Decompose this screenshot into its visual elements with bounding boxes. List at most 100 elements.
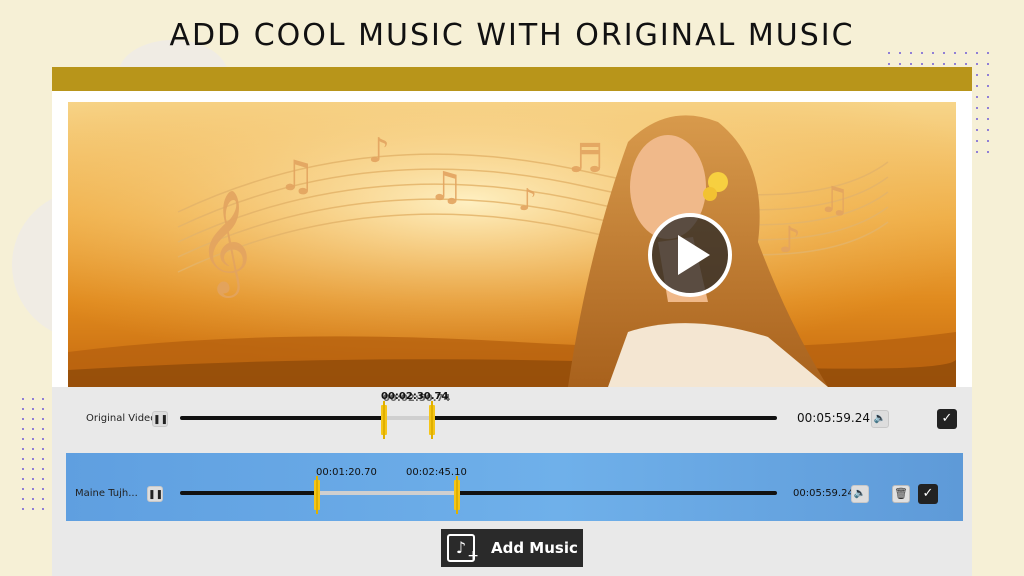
decor-dot <box>987 63 989 65</box>
decor-dot <box>42 468 44 470</box>
decor-dot <box>976 63 978 65</box>
decor-dot <box>22 508 24 510</box>
decor-dot <box>22 458 24 460</box>
trash-icon: 🗑 <box>894 487 908 500</box>
original-timeline[interactable] <box>180 416 777 420</box>
decor-dot <box>987 118 989 120</box>
svg-text:♪: ♪ <box>368 131 390 171</box>
decor-dot <box>42 398 44 400</box>
decor-dot <box>32 488 34 490</box>
original-end-handle[interactable] <box>429 401 435 439</box>
window-accent-bar <box>52 67 972 91</box>
decor-dot <box>976 96 978 98</box>
decor-dot <box>22 398 24 400</box>
decor-dot <box>42 478 44 480</box>
original-confirm-button[interactable]: ✓ <box>937 409 957 429</box>
music-confirm-button[interactable]: ✓ <box>918 484 938 504</box>
decor-dot <box>22 468 24 470</box>
original-volume-button[interactable]: 🔈 <box>871 410 889 428</box>
decor-dot <box>32 398 34 400</box>
decor-dot <box>22 448 24 450</box>
decor-dot <box>22 498 24 500</box>
decor-dot <box>32 438 34 440</box>
decor-dot <box>42 448 44 450</box>
decor-dot <box>976 107 978 109</box>
decor-dot <box>42 428 44 430</box>
decor-dot <box>987 85 989 87</box>
decor-dot <box>32 408 34 410</box>
decor-dot <box>899 63 901 65</box>
original-selected-range <box>384 416 432 420</box>
pause-icon: ❚❚ <box>148 490 164 500</box>
music-volume-button[interactable]: 🔈 <box>851 485 869 503</box>
music-duration: 00:05:59.24 <box>793 488 854 499</box>
music-delete-button[interactable]: 🗑 <box>892 485 910 503</box>
svg-text:𝄞: 𝄞 <box>198 189 251 298</box>
decor-dot <box>32 448 34 450</box>
decor-dot <box>32 468 34 470</box>
decor-dot <box>965 63 967 65</box>
decor-dot <box>32 508 34 510</box>
decor-dot <box>32 458 34 460</box>
original-pause-button[interactable]: ❚❚ <box>152 411 168 427</box>
decor-dot <box>987 129 989 131</box>
decor-dot <box>22 488 24 490</box>
music-timeline[interactable] <box>180 491 777 495</box>
decor-dot <box>22 408 24 410</box>
headline: ADD COOL MUSIC WITH ORIGINAL MUSIC <box>169 18 855 53</box>
pause-icon: ❚❚ <box>153 415 169 425</box>
decor-dot <box>42 488 44 490</box>
decor-dot <box>42 508 44 510</box>
decor-dot <box>910 63 912 65</box>
svg-text:♫: ♫ <box>818 180 850 221</box>
video-thumbnail: 𝄞 ♫ ♪ ♫ ♪ ♬ ♪ ♫ <box>68 102 956 387</box>
svg-text:♪: ♪ <box>778 220 801 261</box>
music-start-time: 00:01:20.70 <box>316 467 377 478</box>
music-pause-button[interactable]: ❚❚ <box>147 486 163 502</box>
dot-grid-left <box>22 398 52 523</box>
decor-dot <box>987 74 989 76</box>
original-start-handle[interactable] <box>381 401 387 439</box>
decor-dot <box>22 438 24 440</box>
decor-dot <box>976 140 978 142</box>
check-icon: ✓ <box>922 486 934 501</box>
decor-dot <box>954 63 956 65</box>
decor-dot <box>32 418 34 420</box>
decor-dot <box>22 428 24 430</box>
original-duration: 00:05:59.24 <box>797 411 870 425</box>
decor-dot <box>932 63 934 65</box>
decor-dot <box>42 438 44 440</box>
add-music-label: Add Music <box>491 539 578 557</box>
play-button[interactable] <box>648 213 732 297</box>
decor-dot <box>32 478 34 480</box>
decor-dot <box>42 408 44 410</box>
music-end-handle[interactable] <box>454 476 460 514</box>
music-track-row <box>66 453 963 521</box>
add-music-button[interactable]: ♪ + Add Music <box>441 529 583 567</box>
decor-dot <box>42 498 44 500</box>
svg-text:♫: ♫ <box>278 151 316 200</box>
video-preview[interactable]: 𝄞 ♫ ♪ ♫ ♪ ♬ ♪ ♫ <box>68 102 956 387</box>
svg-text:♬: ♬ <box>568 136 604 182</box>
decor-dot <box>42 418 44 420</box>
music-track-label: Maine Tujh... <box>75 488 138 499</box>
play-icon <box>678 235 710 275</box>
svg-text:♫: ♫ <box>428 164 464 210</box>
decor-dot <box>987 140 989 142</box>
decor-dot <box>976 74 978 76</box>
decor-dot <box>987 151 989 153</box>
decor-dot <box>976 118 978 120</box>
decor-dot <box>22 418 24 420</box>
volume-icon: 🔈 <box>853 488 867 499</box>
decor-dot <box>976 85 978 87</box>
decor-dot <box>976 151 978 153</box>
decor-dot <box>921 63 923 65</box>
music-selected-range <box>318 491 457 495</box>
music-note-plus-icon: ♪ + <box>447 534 479 564</box>
decor-dot <box>976 129 978 131</box>
music-start-handle[interactable] <box>314 476 320 514</box>
decor-dot <box>987 96 989 98</box>
decor-dot <box>32 428 34 430</box>
decor-dot <box>987 107 989 109</box>
decor-dot <box>22 478 24 480</box>
